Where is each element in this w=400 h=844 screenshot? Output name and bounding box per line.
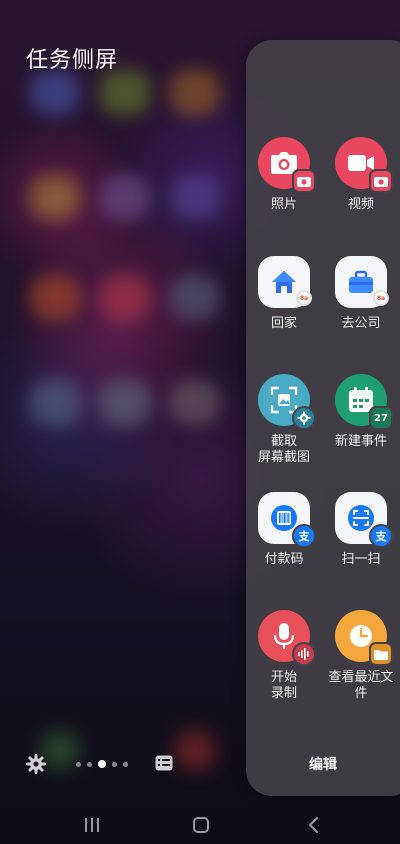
panel-title: 任务侧屏 bbox=[26, 48, 119, 73]
blurred-app-icon bbox=[170, 175, 220, 220]
page-dot bbox=[112, 761, 117, 767]
app-label: 查看最近文 件 bbox=[328, 670, 394, 701]
blurred-app-icon bbox=[170, 275, 220, 320]
page-dot bbox=[76, 761, 81, 767]
home-button-icon[interactable] bbox=[189, 814, 213, 836]
edit-button[interactable]: 编辑 bbox=[246, 754, 400, 774]
page-dot bbox=[87, 761, 92, 767]
app-go-home[interactable]: 8a 回家 bbox=[245, 256, 323, 332]
app-go-to-office[interactable]: 8a 去公司 bbox=[322, 256, 400, 332]
panel-page-indicator[interactable] bbox=[76, 760, 128, 768]
gear-badge-icon bbox=[292, 406, 316, 430]
blurred-dock-icon bbox=[40, 730, 80, 770]
app-payment-code[interactable]: 支 付款码 bbox=[245, 492, 323, 568]
blurred-app-icon bbox=[100, 380, 150, 425]
calendar-date-badge-icon: 27 bbox=[369, 406, 393, 430]
app-label: 截取 屏幕截图 bbox=[257, 434, 310, 465]
blurred-app-icon bbox=[100, 70, 150, 115]
alipay-badge-icon: 支 bbox=[292, 524, 316, 548]
camera-mode-badge-icon bbox=[369, 169, 393, 193]
app-label: 视频 bbox=[347, 197, 374, 212]
back-chevron-icon[interactable] bbox=[302, 814, 326, 836]
page-dot bbox=[123, 761, 128, 767]
camera-mode-badge-icon bbox=[292, 169, 316, 193]
app-label: 扫一扫 bbox=[341, 552, 381, 567]
app-label: 付款码 bbox=[264, 552, 304, 567]
app-label: 开始 录制 bbox=[270, 670, 297, 701]
app-video[interactable]: 视频 bbox=[322, 137, 400, 213]
folder-badge-icon bbox=[369, 642, 393, 666]
blurred-app-icon bbox=[30, 70, 80, 115]
app-label: 去公司 bbox=[341, 316, 381, 331]
blurred-app-icon bbox=[100, 175, 150, 220]
panel-list-icon[interactable] bbox=[155, 755, 173, 771]
blurred-app-icon bbox=[170, 70, 220, 115]
app-start-recording[interactable]: 开始 录制 bbox=[245, 610, 323, 702]
blurred-app-icon bbox=[30, 380, 80, 425]
app-photo[interactable]: 照片 bbox=[245, 137, 323, 213]
sound-wave-badge-icon bbox=[292, 642, 316, 666]
navigation-bar bbox=[0, 804, 400, 844]
app-label: 照片 bbox=[270, 197, 297, 212]
settings-gear-icon[interactable] bbox=[26, 754, 46, 774]
app-label: 回家 bbox=[270, 316, 297, 331]
app-new-event[interactable]: 27 新建事件 bbox=[322, 374, 400, 450]
app-recent-files[interactable]: 查看最近文 件 bbox=[322, 610, 400, 702]
blurred-app-icon bbox=[30, 175, 80, 220]
blurred-app-icon bbox=[30, 275, 80, 320]
app-scan[interactable]: 支 扫一扫 bbox=[322, 492, 400, 568]
map-badge-icon: 8a bbox=[373, 290, 389, 306]
page-dot bbox=[98, 760, 106, 768]
app-take-screenshot[interactable]: 截取 屏幕截图 bbox=[245, 374, 323, 466]
alipay-badge-icon: 支 bbox=[369, 524, 393, 548]
app-label: 新建事件 bbox=[334, 434, 387, 449]
blurred-app-icon bbox=[100, 275, 150, 320]
recent-apps-icon[interactable] bbox=[80, 814, 104, 836]
map-badge-icon: 8a bbox=[296, 290, 312, 306]
blurred-app-icon bbox=[170, 380, 220, 425]
blurred-dock-icon bbox=[175, 730, 215, 770]
